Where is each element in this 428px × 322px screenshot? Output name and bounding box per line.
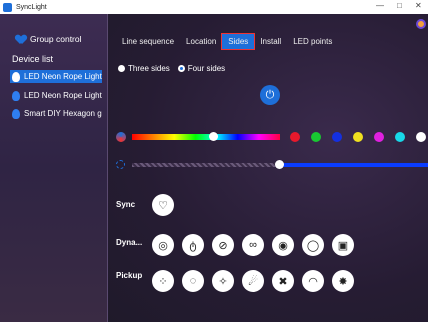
- bulb-icon: [12, 90, 20, 101]
- app-icon: [3, 2, 12, 12]
- sparkle-icon[interactable]: ✧: [212, 270, 234, 292]
- palette-icon: [116, 132, 126, 142]
- rainbow-icon[interactable]: ◠: [302, 270, 324, 292]
- power-button[interactable]: ⏻: [260, 85, 280, 105]
- color-swatch[interactable]: [353, 132, 363, 142]
- target-icon[interactable]: ◎: [152, 234, 174, 256]
- four-sides-radio[interactable]: Four sides: [177, 64, 226, 73]
- dots-circle-icon[interactable]: ⁘: [152, 270, 174, 292]
- device-item-1[interactable]: LED Neon Rope Light: [10, 70, 102, 83]
- four-sides-label: Four sides: [187, 64, 226, 73]
- color-swatch[interactable]: [290, 132, 300, 142]
- pickup-label: Pickup: [116, 271, 143, 280]
- radio-off-icon: [118, 65, 125, 72]
- device-list-heading: Device list: [12, 54, 54, 64]
- image-icon[interactable]: ▣: [332, 234, 354, 256]
- color-slider[interactable]: [132, 132, 280, 141]
- tab-bar: Line sequence Location Sides Install LED…: [116, 33, 338, 50]
- close-button[interactable]: ✕: [415, 1, 422, 10]
- color-swatch[interactable]: [311, 132, 321, 142]
- device-label: LED Neon Rope Light: [24, 72, 102, 81]
- bulb-icon: [12, 71, 20, 82]
- device-item-3[interactable]: Smart DIY Hexagon g: [10, 107, 102, 120]
- settings-icon[interactable]: [416, 19, 426, 29]
- group-control-label: Group control: [30, 34, 82, 44]
- sidebar: Group control Device list LED Neon Rope …: [0, 14, 108, 322]
- window-title: SyncLight: [16, 3, 47, 11]
- color-slider-knob[interactable]: [209, 132, 219, 141]
- brightness-slider[interactable]: [132, 163, 282, 167]
- swirl-icon[interactable]: ⊘: [212, 234, 234, 256]
- ring-icon[interactable]: ◌: [182, 270, 204, 292]
- group-heart-icon: [16, 35, 26, 44]
- device-label: Smart DIY Hexagon g: [24, 109, 102, 118]
- brightness-fill: [282, 163, 428, 167]
- tab-install[interactable]: Install: [254, 34, 287, 49]
- dynamic-label: Dyna...: [116, 238, 143, 247]
- title-bar: SyncLight — □ ✕: [0, 0, 428, 14]
- apple-icon[interactable]: ტ: [182, 234, 204, 256]
- radio-on-icon: [177, 65, 185, 72]
- three-sides-label: Three sides: [128, 64, 170, 73]
- bulb-icon: [12, 108, 20, 119]
- minimize-button[interactable]: —: [376, 1, 384, 10]
- three-sides-radio[interactable]: Three sides: [118, 64, 170, 73]
- burst-icon[interactable]: ✸: [332, 270, 354, 292]
- main-panel: Line sequence Location Sides Install LED…: [108, 14, 428, 322]
- color-swatch[interactable]: [416, 132, 426, 142]
- device-item-2[interactable]: LED Neon Rope Light: [10, 89, 102, 102]
- infinity-icon[interactable]: ∞: [242, 234, 264, 256]
- color-swatch[interactable]: [395, 132, 405, 142]
- eye-icon[interactable]: ◉: [272, 234, 294, 256]
- cross-icon[interactable]: ✖: [272, 270, 294, 292]
- sides-options: Three sides Four sides: [118, 64, 225, 73]
- meteor-icon[interactable]: ☄: [242, 270, 264, 292]
- brightness-icon: [116, 160, 125, 169]
- group-control-button[interactable]: Group control: [16, 34, 82, 44]
- power-icon: ⏻: [265, 88, 275, 101]
- color-swatch[interactable]: [332, 132, 342, 142]
- brightness-knob[interactable]: [275, 160, 284, 169]
- maximize-button[interactable]: □: [397, 1, 402, 10]
- tab-led-points[interactable]: LED points: [287, 34, 338, 49]
- color-swatch[interactable]: [374, 132, 384, 142]
- blob-icon[interactable]: ◯: [302, 234, 324, 256]
- sync-label: Sync: [116, 200, 136, 209]
- heartbeat-icon[interactable]: ♡: [152, 194, 174, 216]
- tab-line-sequence[interactable]: Line sequence: [116, 34, 180, 49]
- tab-sides[interactable]: Sides: [221, 33, 256, 50]
- tab-location[interactable]: Location: [180, 34, 222, 49]
- device-label: LED Neon Rope Light: [24, 91, 102, 100]
